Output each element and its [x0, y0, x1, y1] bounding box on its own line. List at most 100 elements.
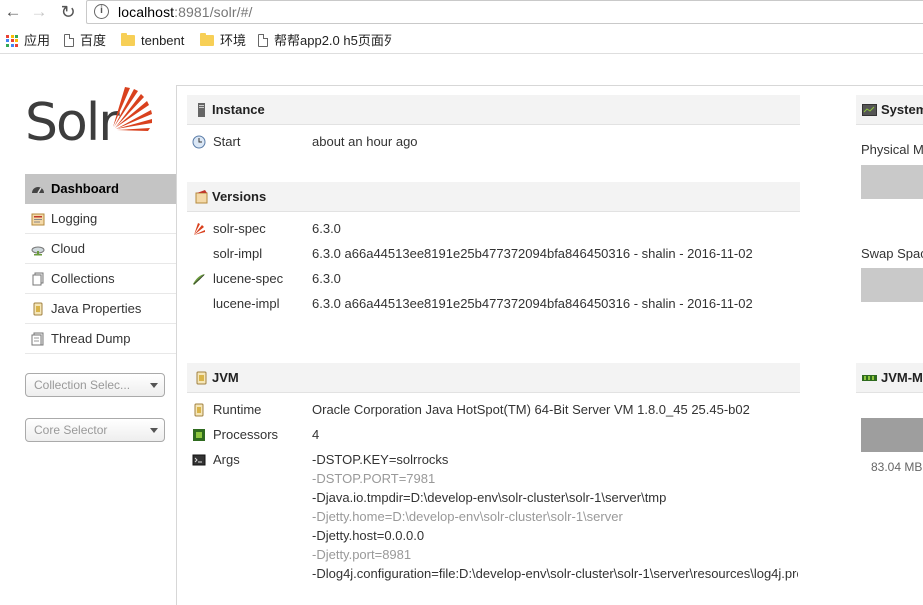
system-title: System [881, 102, 923, 117]
browser-toolbar: ← → ↻ i localhost:8981/solr/#/ [0, 0, 923, 26]
versions-title: Versions [212, 189, 267, 204]
chevron-down-icon [150, 428, 158, 433]
instance-panel-header: Instance [187, 95, 800, 125]
sidebar-menu: Dashboard Logging Cloud Collections Java… [25, 174, 176, 354]
jvm-arg: -Djetty.port=8981 [312, 547, 412, 562]
menu-item-label: Java Properties [51, 301, 142, 316]
version-key: lucene-impl [213, 296, 280, 311]
version-value: 6.3.0 [312, 271, 341, 286]
memory-chip-icon [862, 375, 877, 381]
bookmark-label: 百度 [80, 33, 107, 48]
collection-selector[interactable]: Collection Selec... [25, 373, 165, 397]
java-runtime-icon [194, 403, 204, 417]
menu-item-collections[interactable]: Collections [25, 264, 176, 294]
menu-item-cloud[interactable]: Cloud [25, 234, 176, 264]
bookmark-tenbent[interactable]: tenbent [121, 32, 184, 50]
processor-icon [193, 429, 205, 441]
physical-memory-bar [861, 165, 923, 199]
address-bar[interactable]: i localhost:8981/solr/#/ [86, 0, 923, 24]
core-selector-label: Core Selector [34, 423, 108, 437]
clock-icon [192, 135, 206, 149]
jvm-arg: -Djetty.host=0.0.0.0 [312, 528, 425, 543]
chevron-down-icon [150, 383, 158, 388]
jvm-memory-value: 83.04 MB [871, 460, 923, 474]
menu-item-dashboard[interactable]: Dashboard [25, 174, 176, 204]
menu-item-logging[interactable]: Logging [25, 204, 176, 234]
version-key: solr-impl [213, 246, 263, 261]
start-label: Start [213, 134, 241, 149]
menu-item-java-properties[interactable]: Java Properties [25, 294, 176, 324]
menu-item-label: Logging [51, 211, 98, 226]
url-text[interactable]: localhost:8981/solr/#/ [118, 4, 253, 20]
jvm-memory-panel-header: JVM-Memory [856, 363, 923, 393]
page-icon [64, 34, 74, 48]
java-icon [196, 371, 207, 385]
menu-item-label: Dashboard [51, 181, 119, 196]
system-panel-header: System [856, 95, 923, 125]
versions-icon [195, 190, 208, 204]
menu-item-label: Cloud [51, 241, 85, 256]
logging-icon [31, 213, 45, 226]
versions-panel-header: Versions [187, 182, 800, 212]
system-monitor-icon [862, 104, 877, 116]
jvm-arg: -DSTOP.PORT=7981 [312, 471, 436, 486]
apps-grid-icon [6, 34, 18, 47]
menu-item-thread-dump[interactable]: Thread Dump [25, 324, 176, 354]
version-key: lucene-spec [213, 271, 284, 286]
url-path: :8981/solr/#/ [174, 4, 253, 20]
args-label: Args [213, 452, 240, 467]
bookmark-apps[interactable]: 应用 [6, 32, 50, 50]
java-properties-icon [33, 302, 43, 316]
jvm-title: JVM [212, 370, 239, 385]
runtime-label: Runtime [213, 402, 262, 417]
lucene-icon [193, 274, 205, 285]
page-icon [258, 34, 268, 48]
collection-selector-label: Collection Selec... [34, 378, 131, 392]
back-arrow-icon[interactable]: ← [2, 2, 24, 22]
server-icon [198, 103, 205, 117]
bookmarks-bar: 应用 百度 tenbent 环境 帮帮app2.0 h5页面列 [0, 27, 923, 54]
jvm-panel-header: JVM [187, 363, 800, 393]
info-icon[interactable]: i [94, 4, 109, 19]
forward-arrow-icon[interactable]: → [28, 2, 50, 22]
solr-icon [194, 223, 205, 235]
physical-memory-label: Physical Memory [861, 142, 923, 157]
core-selector[interactable]: Core Selector [25, 418, 165, 442]
jvm-arg: -Djava.io.tmpdir=D:\develop-env\solr-clu… [312, 490, 667, 505]
solr-logo[interactable]: Solr [25, 83, 160, 153]
version-value: 6.3.0 a66a44513ee8191e25b477372094bfa846… [312, 246, 753, 261]
bookmark-label: 应用 [24, 33, 51, 48]
reload-icon[interactable]: ↻ [57, 2, 79, 22]
thread-dump-icon [31, 332, 44, 346]
bookmark-label: tenbent [141, 33, 185, 48]
collections-icon [32, 272, 44, 286]
folder-icon [200, 33, 214, 47]
cloud-icon [31, 246, 45, 256]
version-key: solr-spec [213, 221, 266, 236]
version-value: 6.3.0 [312, 221, 341, 236]
runtime-value: Oracle Corporation Java HotSpot(TM) 64-B… [312, 402, 750, 417]
jvm-memory-title: JVM-Memory [881, 370, 923, 385]
instance-title: Instance [212, 102, 265, 117]
bookmark-baidu[interactable]: 百度 [64, 32, 106, 50]
folder-icon [121, 33, 135, 47]
swap-space-bar [861, 268, 923, 302]
bookmark-label: 帮帮app2.0 h5页面列 [274, 33, 392, 48]
menu-item-label: Collections [51, 271, 115, 286]
solr-admin-app: Solr Dashboard Logging Cloud Collections… [0, 55, 923, 605]
bookmark-bangbang-app[interactable]: 帮帮app2.0 h5页面列 [258, 32, 392, 50]
start-value: about an hour ago [312, 134, 418, 149]
jvm-arg: -DSTOP.KEY=solrrocks [312, 452, 449, 467]
version-value: 6.3.0 a66a44513ee8191e25b477372094bfa846… [312, 296, 753, 311]
jvm-arg: -Djetty.home=D:\develop-env\solr-cluster… [312, 509, 623, 524]
jvm-arg: -Dlog4j.configuration=file:D:\develop-en… [312, 566, 798, 581]
processors-value: 4 [312, 427, 320, 442]
solr-sun-icon [113, 87, 152, 131]
processors-label: Processors [213, 427, 279, 442]
menu-item-label: Thread Dump [51, 331, 131, 346]
bookmark-label: 环境 [220, 33, 247, 48]
bookmark-environment[interactable]: 环境 [200, 32, 246, 50]
dashboard-icon [32, 187, 44, 194]
jvm-memory-bar [861, 418, 923, 452]
terminal-icon [192, 454, 206, 466]
